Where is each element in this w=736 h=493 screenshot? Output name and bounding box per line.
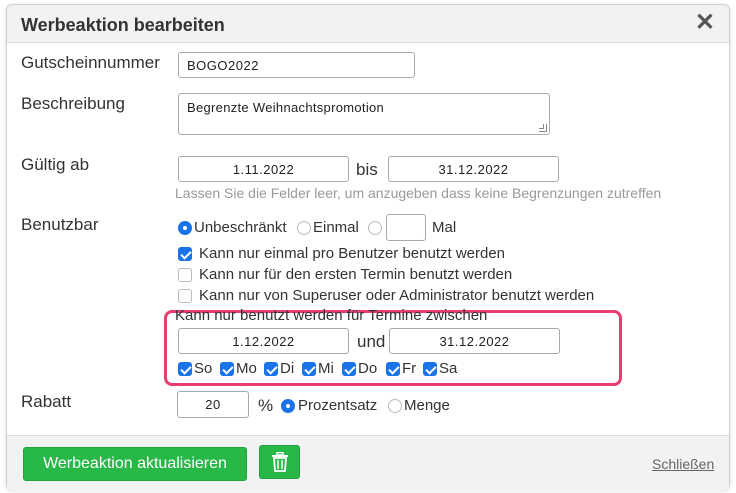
day-checkbox-sa[interactable] <box>423 362 437 376</box>
day-label-fr: Fr <box>402 360 417 377</box>
dialog-footer: Werbeaktion aktualisieren Schließen <box>7 435 729 491</box>
edit-promotion-dialog: Werbeaktion bearbeiten ✕ Gutscheinnummer… <box>6 4 730 491</box>
discount-amount-radio[interactable] <box>388 399 402 413</box>
day-checkbox-so[interactable] <box>178 362 192 376</box>
usage-unlimited-label: Unbeschränkt <box>194 219 287 236</box>
usage-times-radio[interactable] <box>368 221 382 235</box>
first-appointment-checkbox[interactable] <box>178 268 192 282</box>
usage-unlimited-radio[interactable] <box>178 221 192 235</box>
dialog-title: Werbeaktion bearbeiten <box>21 15 225 35</box>
between-to-input[interactable]: 31.12.2022 <box>389 328 560 354</box>
discount-input[interactable]: 20 <box>177 391 249 418</box>
code-label: Gutscheinnummer <box>21 53 160 72</box>
code-input[interactable]: BOGO2022 <box>178 52 415 78</box>
between-from-input[interactable]: 1.12.2022 <box>178 328 349 354</box>
between-und-text: und <box>357 332 386 351</box>
valid-from-input[interactable]: 1.11.2022 <box>178 156 349 182</box>
description-text: Begrenzte Weihnachtspromotion <box>187 100 385 115</box>
day-checkbox-mo[interactable] <box>220 362 234 376</box>
close-link[interactable]: Schließen <box>652 456 714 472</box>
discount-percent-radio[interactable] <box>281 399 295 413</box>
day-label-sa: Sa <box>439 360 458 377</box>
discount-amount-label: Menge <box>404 397 450 414</box>
superuser-label: Kann nur von Superuser oder Administrato… <box>199 287 595 304</box>
discount-unit: % <box>258 396 274 415</box>
update-promotion-button[interactable]: Werbeaktion aktualisieren <box>23 447 247 481</box>
usage-once-label: Einmal <box>313 219 359 236</box>
valid-to-input[interactable]: 31.12.2022 <box>388 156 559 182</box>
valid-bis-text: bis <box>356 160 378 179</box>
discount-label: Rabatt <box>21 392 72 411</box>
delete-button[interactable] <box>259 445 300 479</box>
between-label: Kann nur benutzt werden für Termine zwis… <box>175 307 488 324</box>
usage-times-input[interactable] <box>386 214 426 241</box>
valid-hint: Lassen Sie die Felder leer, um anzugeben… <box>175 185 662 201</box>
day-label-so: So <box>194 360 213 377</box>
valid-from-label: Gültig ab <box>21 155 90 174</box>
usable-label: Benutzbar <box>21 215 99 234</box>
description-textarea[interactable]: Begrenzte Weihnachtspromotion <box>178 93 550 135</box>
day-checkbox-fr[interactable] <box>386 362 400 376</box>
once-per-user-checkbox[interactable] <box>178 247 192 261</box>
once-per-user-label: Kann nur einmal pro Benutzer benutzt wer… <box>199 245 506 262</box>
day-label-do: Do <box>358 360 378 377</box>
description-label: Beschreibung <box>21 94 125 113</box>
day-label-di: Di <box>280 360 295 377</box>
day-checkbox-di[interactable] <box>264 362 278 376</box>
day-checkbox-mi[interactable] <box>302 362 316 376</box>
discount-percent-label: Prozentsatz <box>298 397 378 414</box>
usage-once-radio[interactable] <box>297 221 311 235</box>
close-icon[interactable]: ✕ <box>695 11 715 35</box>
dialog-header: Werbeaktion bearbeiten ✕ <box>7 5 729 43</box>
usage-times-suffix: Mal <box>432 219 457 236</box>
first-appointment-label: Kann nur für den ersten Termin benutzt w… <box>199 266 513 283</box>
day-checkbox-do[interactable] <box>342 362 356 376</box>
resize-handle-icon[interactable] <box>539 124 547 132</box>
day-label-mi: Mi <box>318 360 334 377</box>
day-label-mo: Mo <box>236 360 257 377</box>
trash-icon <box>271 452 288 472</box>
superuser-checkbox[interactable] <box>178 289 192 303</box>
